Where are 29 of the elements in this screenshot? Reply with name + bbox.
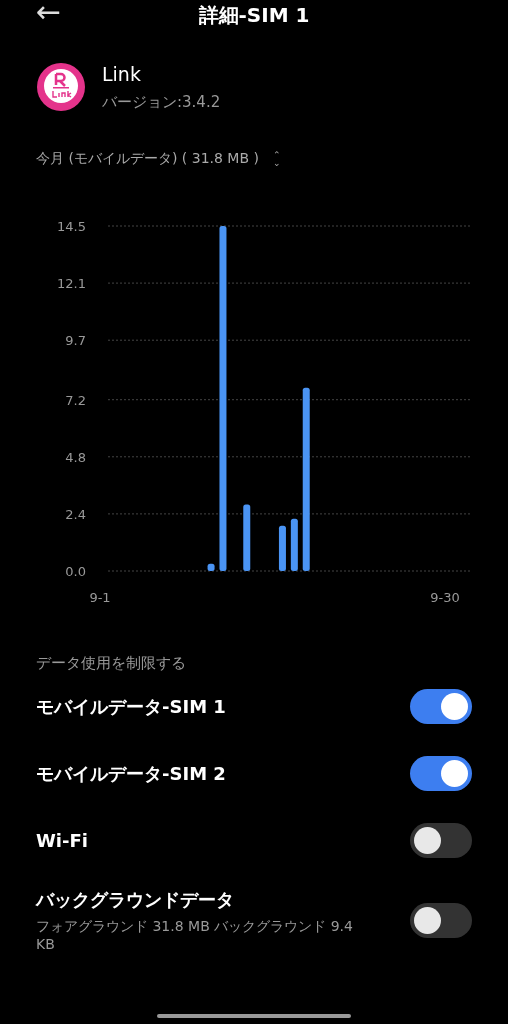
setting-label: モバイルデータ-SIM 2 [36, 761, 226, 786]
x-axis-label: 9-1 [89, 590, 111, 605]
toggle-switch[interactable] [410, 823, 472, 858]
page-title: 詳細-SIM 1 [198, 1, 310, 29]
toggle-switch[interactable] [410, 902, 472, 938]
app-name: Link [102, 62, 142, 85]
toggle-switch[interactable] [410, 756, 472, 791]
toggle-switch[interactable] [410, 689, 472, 724]
setting-description: フォアグラウンド 31.8 MB バックグラウンド 9.4 KB [36, 918, 354, 952]
back-button[interactable]: ← [36, 0, 62, 30]
x-axis-label: 9-30 [430, 590, 460, 605]
y-axis-label: 2.4 [65, 506, 86, 522]
app-logo-icon [36, 62, 86, 112]
y-axis-label: 4.8 [65, 449, 86, 465]
y-axis-label: 14.5 [57, 219, 86, 234]
setting-label: モバイルデータ-SIM 1 [36, 694, 226, 719]
chart-bar [290, 518, 298, 571]
setting-label: Wi-Fi [36, 830, 88, 851]
app-version: バージョン:3.4.2 [102, 92, 221, 112]
setting-label: バックグラウンドデータ [36, 888, 235, 912]
y-axis-label: 0.0 [65, 564, 86, 579]
chart-bar [278, 525, 286, 571]
chart-bar [243, 504, 251, 571]
chart-bar [207, 563, 215, 571]
section-title: データ使用を制限する [36, 654, 187, 673]
period-selector[interactable]: 今月 (モバイルデータ) ( 31.8 MB ) ⌃⌄ [36, 150, 281, 168]
y-axis-label: 12.1 [57, 276, 86, 292]
y-axis-label: 7.2 [65, 392, 86, 408]
y-axis-label: 9.7 [65, 333, 86, 349]
